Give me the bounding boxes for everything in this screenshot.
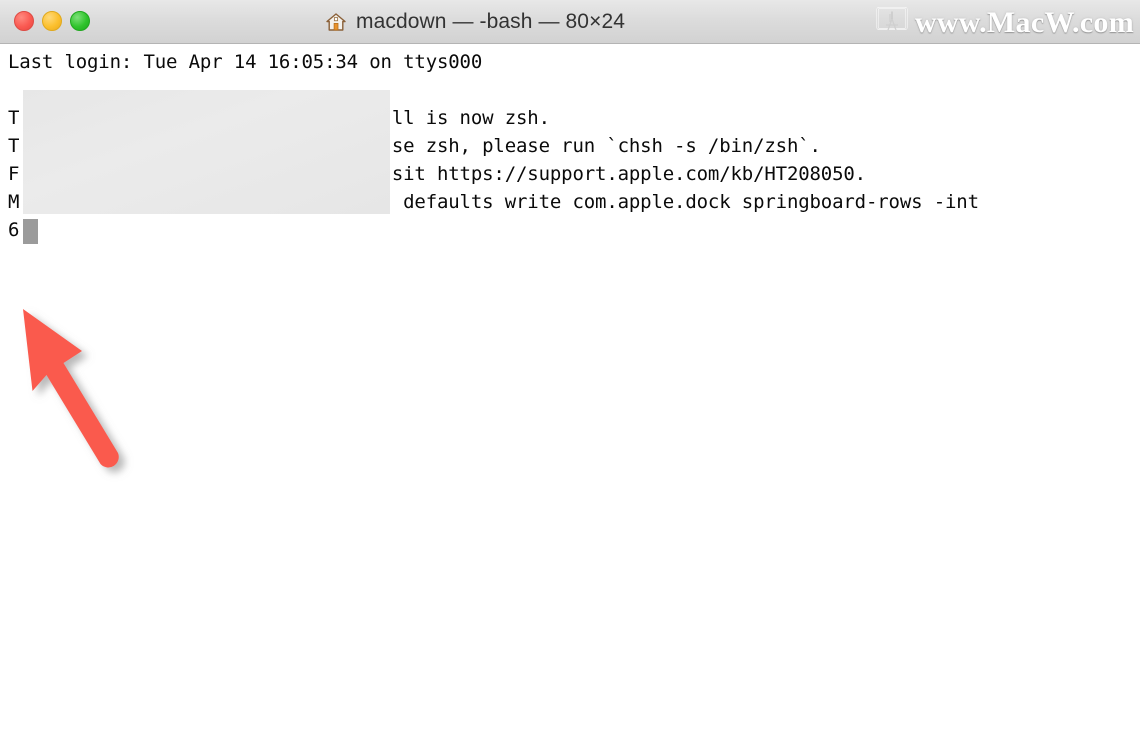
window-title-group: macdown — -bash — 80×24 xyxy=(325,10,625,34)
traffic-light-group xyxy=(14,11,90,31)
monitor-icon xyxy=(876,6,908,40)
terminal-prompt-line: 6 xyxy=(8,219,20,241)
close-button[interactable] xyxy=(14,11,34,31)
arrow-annotation-icon xyxy=(8,293,143,483)
home-icon xyxy=(325,11,347,33)
window-titlebar: macdown — -bash — 80×24 www.MacW.com xyxy=(0,0,1140,44)
terminal-line-last-login: Last login: Tue Apr 14 16:05:34 on ttys0… xyxy=(8,51,483,73)
terminal-cursor xyxy=(23,219,38,244)
minimize-button[interactable] xyxy=(42,11,62,31)
maximize-button[interactable] xyxy=(70,11,90,31)
watermark: www.MacW.com xyxy=(876,1,1138,44)
terminal-window: macdown — -bash — 80×24 www.MacW.com Las… xyxy=(0,0,1140,730)
redaction-overlay xyxy=(23,90,390,214)
window-title-text: macdown — -bash — 80×24 xyxy=(355,10,626,33)
terminal-content[interactable]: Last login: Tue Apr 14 16:05:34 on ttys0… xyxy=(0,45,1140,730)
watermark-text: www.MacW.com xyxy=(914,5,1134,39)
